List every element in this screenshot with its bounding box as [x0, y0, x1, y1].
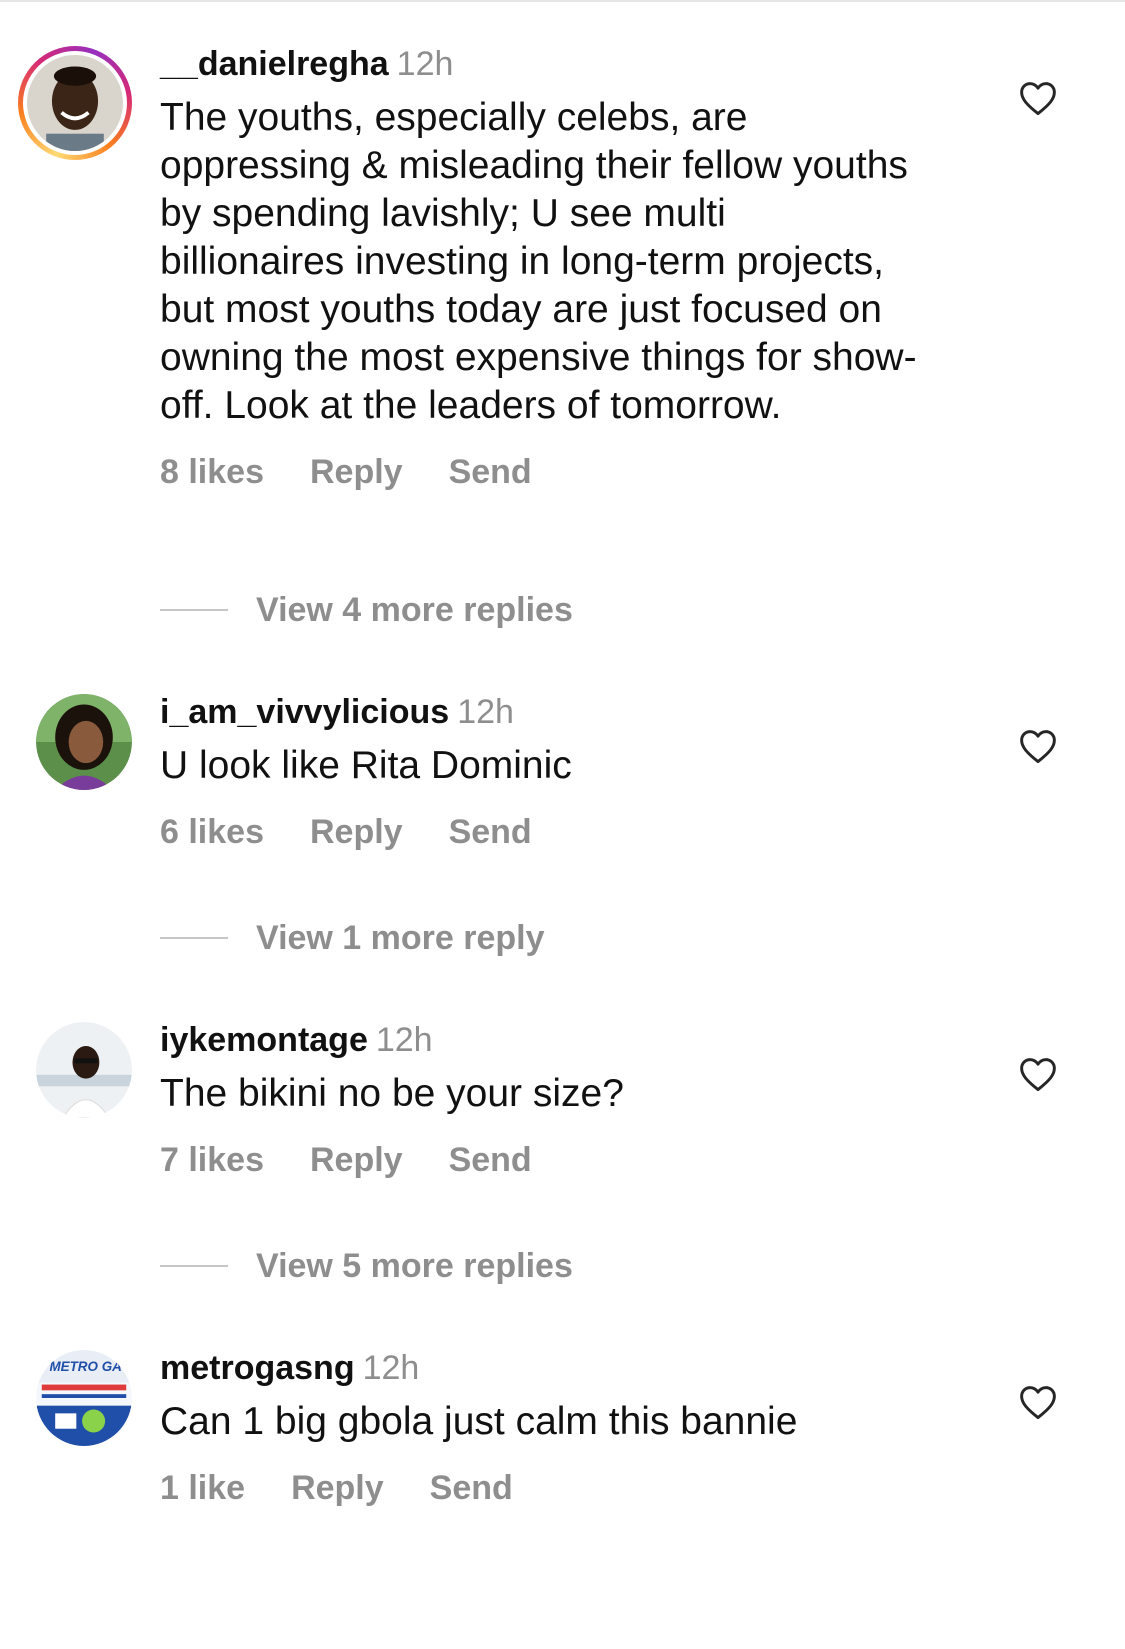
view-replies[interactable]: View 4 more replies	[160, 590, 573, 630]
top-divider	[0, 0, 1125, 2]
reply-button[interactable]: Reply	[310, 452, 403, 492]
comment-time: 12h	[362, 1349, 420, 1387]
send-button[interactable]: Send	[449, 1140, 532, 1180]
comment-meta: metrogasng 12h	[160, 1348, 960, 1388]
comment-username[interactable]: __danielregha	[160, 45, 389, 83]
divider-line	[160, 937, 228, 939]
comment-meta: i_am_vivvylicious 12h	[160, 692, 960, 732]
view-replies-label: View 1 more reply	[256, 918, 545, 957]
view-replies-label: View 5 more replies	[256, 1246, 573, 1285]
comment-username[interactable]: i_am_vivvylicious	[160, 693, 449, 731]
heart-outline-icon[interactable]	[1018, 1056, 1058, 1092]
likes-count[interactable]: 7 likes	[160, 1140, 264, 1180]
likes-count[interactable]: 6 likes	[160, 812, 264, 852]
comment-username[interactable]: metrogasng	[160, 1349, 355, 1387]
heart-outline-icon[interactable]	[1018, 728, 1058, 764]
reply-button[interactable]: Reply	[310, 812, 403, 852]
avatar-logo-text: METRO GA	[49, 1359, 121, 1374]
send-button[interactable]: Send	[449, 452, 532, 492]
heart-outline-icon[interactable]	[1018, 80, 1058, 116]
view-replies-label: View 4 more replies	[256, 590, 573, 629]
avatar[interactable]	[36, 1022, 132, 1118]
comment-meta: __danielregha 12h	[160, 44, 960, 84]
view-replies[interactable]: View 1 more reply	[160, 918, 545, 958]
comment-text: U look like Rita Dominic	[160, 744, 572, 787]
comment-text: The bikini no be your size?	[160, 1072, 624, 1115]
send-button[interactable]: Send	[449, 812, 532, 852]
comment-time: 12h	[396, 45, 454, 83]
reply-button[interactable]: Reply	[291, 1468, 384, 1508]
comment-actions: 6 likes Reply Send	[160, 812, 960, 852]
comment-time: 12h	[375, 1021, 433, 1059]
comment-actions: 7 likes Reply Send	[160, 1140, 960, 1180]
likes-count[interactable]: 8 likes	[160, 452, 264, 492]
comment-username[interactable]: iykemontage	[160, 1021, 368, 1059]
divider-line	[160, 1265, 228, 1267]
reply-button[interactable]: Reply	[310, 1140, 403, 1180]
comment-actions: 8 likes Reply Send	[160, 452, 960, 492]
comment-time: 12h	[457, 693, 514, 731]
comment-meta: iykemontage 12h	[160, 1020, 960, 1060]
avatar-story-ring[interactable]	[18, 46, 132, 160]
heart-outline-icon[interactable]	[1018, 1384, 1058, 1420]
view-replies[interactable]: View 5 more replies	[160, 1246, 573, 1286]
avatar	[27, 55, 123, 151]
avatar[interactable]	[36, 694, 132, 790]
likes-count[interactable]: 1 like	[160, 1468, 245, 1508]
avatar[interactable]: METRO GA	[36, 1350, 132, 1446]
comment-actions: 1 like Reply Send	[160, 1468, 960, 1508]
send-button[interactable]: Send	[430, 1468, 513, 1508]
comment-text: The youths, especially celebs, are oppre…	[160, 96, 917, 427]
comment-text: Can 1 big gbola just calm this bannie	[160, 1400, 798, 1443]
divider-line	[160, 609, 228, 611]
